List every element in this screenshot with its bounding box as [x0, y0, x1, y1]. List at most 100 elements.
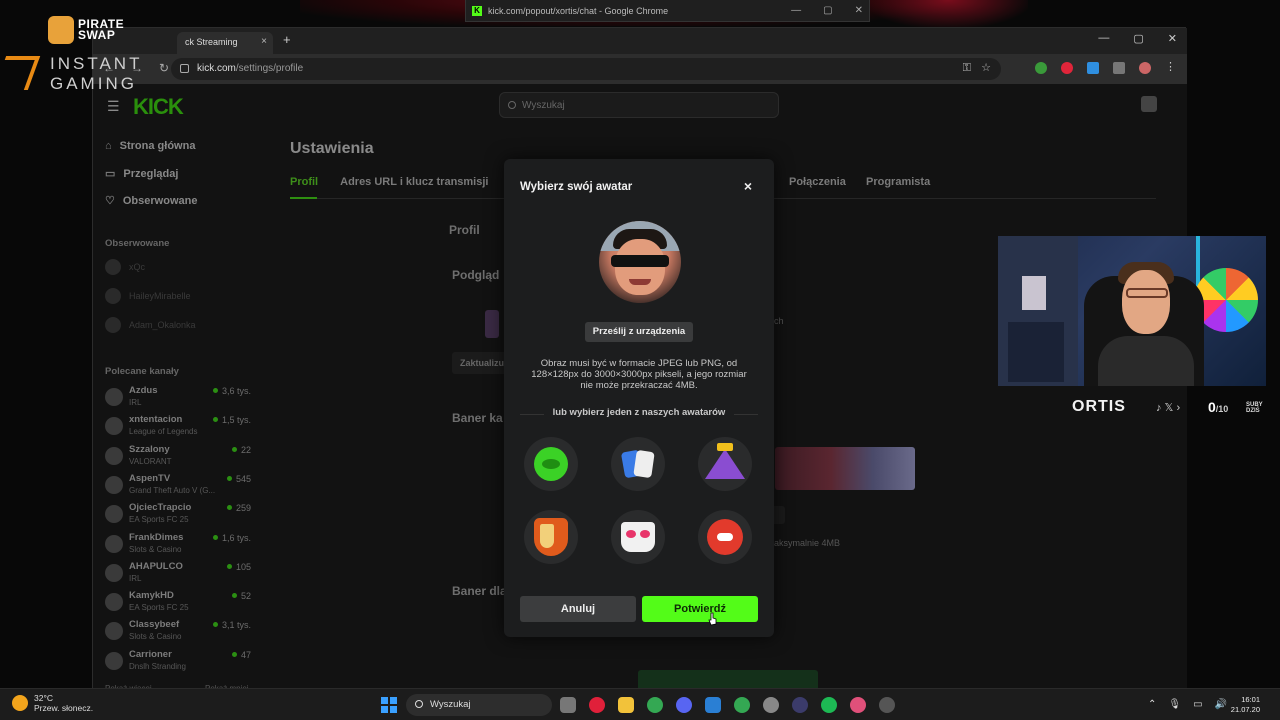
sidebar-item-label: Strona główna: [119, 140, 196, 152]
profile-avatar[interactable]: [1139, 62, 1151, 74]
app-icon[interactable]: [879, 697, 895, 713]
chrome-icon[interactable]: [647, 697, 663, 713]
browser-tab[interactable]: ck Streaming ×: [177, 32, 273, 54]
channel-name: Azdus: [129, 385, 158, 396]
pirate-swap-logo: PIRATE SWAP: [48, 16, 124, 44]
recommended-channel[interactable]: AspenTV Grand Theft Auto V (G... 545: [105, 472, 251, 500]
new-tab-button[interactable]: +: [283, 32, 291, 47]
tab-stream-url[interactable]: Adres URL i klucz transmisji: [340, 176, 488, 188]
tab-connections[interactable]: Połączenia: [789, 176, 846, 188]
extension-icon[interactable]: [1035, 62, 1047, 74]
site-info-icon[interactable]: [180, 64, 189, 73]
page-title: Ustawienia: [290, 140, 374, 157]
preset-avatar-red[interactable]: [698, 510, 752, 564]
channel-name: OjciecTrapcio: [129, 502, 192, 514]
subs-count: 0: [1208, 399, 1216, 415]
key-icon[interactable]: ⚿: [963, 62, 971, 75]
avatar: [105, 651, 123, 670]
confirm-button[interactable]: Potwierdź: [642, 596, 758, 622]
viewer-count: 47: [232, 650, 251, 660]
weather-desc: Przew. słonecz.: [34, 703, 94, 713]
recommended-channel[interactable]: Azdus IRL 3,6 tys.: [105, 384, 251, 412]
preset-avatar-shield[interactable]: [524, 510, 578, 564]
minimize-icon[interactable]: —: [791, 5, 801, 16]
recommended-channel[interactable]: KamykHD EA Sports FC 25 52: [105, 589, 251, 617]
window-controls: — ▢ ✕: [1098, 32, 1177, 45]
menu-icon[interactable]: ⋮: [1165, 62, 1177, 74]
preset-avatar-cup[interactable]: [611, 510, 665, 564]
upload-from-device-button[interactable]: Prześlij z urządzenia: [585, 322, 693, 342]
toolbar: ← → ↻ kick.com/settings/profile ⚿ ☆ ⋮: [93, 54, 1187, 84]
recommended-channel[interactable]: OjciecTrapcio EA Sports FC 25 259: [105, 501, 251, 529]
popup-window-titlebar[interactable]: K kick.com/popout/xortis/chat - Google C…: [465, 0, 870, 22]
kick-logo[interactable]: KICK: [133, 94, 184, 120]
file-explorer-icon[interactable]: [618, 697, 634, 713]
preset-avatar-pyramid[interactable]: [698, 437, 752, 491]
clock[interactable]: 16:01 21.07.20: [1231, 695, 1260, 715]
close-icon[interactable]: ✕: [1168, 32, 1177, 45]
minimize-icon[interactable]: —: [1098, 32, 1109, 45]
extension-icon[interactable]: [1087, 62, 1099, 74]
display-icon[interactable]: ▭: [1193, 699, 1202, 710]
recommended-channel[interactable]: xntentacion League of Legends 1,5 tys.: [105, 413, 251, 441]
app-icon[interactable]: [792, 697, 808, 713]
maximize-icon[interactable]: ▢: [823, 5, 832, 16]
preset-avatar-green[interactable]: [524, 437, 578, 491]
current-avatar-preview: [599, 221, 681, 303]
home-icon: ⌂: [105, 140, 112, 152]
avatar: [105, 563, 123, 582]
recommended-channel[interactable]: Carrioner Dnslh Stranding 47: [105, 648, 251, 676]
puzzle-icon[interactable]: [1113, 62, 1125, 74]
settings-gear-icon[interactable]: [763, 697, 779, 713]
heart-icon: ♡: [105, 195, 115, 207]
close-icon[interactable]: ✕: [855, 5, 863, 16]
update-button[interactable]: Zaktualizu: [452, 352, 512, 374]
avatar-modal: Wybierz swój awatar × Prześlij z urządze…: [504, 159, 774, 637]
maximize-icon[interactable]: ▢: [1133, 32, 1143, 45]
app-icon[interactable]: [705, 697, 721, 713]
chrome-icon[interactable]: [734, 697, 750, 713]
channel-category: EA Sports FC 25: [129, 603, 189, 613]
bookmark-star-icon[interactable]: ☆: [981, 61, 991, 74]
weather-widget[interactable]: 32°C Przew. słonecz.: [12, 693, 93, 713]
discord-icon[interactable]: [676, 697, 692, 713]
section-banner: Baner ka: [452, 411, 503, 425]
followed-channel[interactable]: HaileyMirabelle: [105, 288, 251, 304]
chevron-up-icon[interactable]: ⌃: [1148, 699, 1156, 710]
task-view-icon[interactable]: [560, 697, 576, 713]
hamburger-icon[interactable]: ☰: [107, 98, 120, 115]
sidebar-item-following[interactable]: ♡ Obserwowane: [105, 194, 197, 208]
user-avatar[interactable]: [1141, 96, 1157, 112]
followed-channel[interactable]: xQc: [105, 259, 251, 275]
sidebar-item-browse[interactable]: ▭ Przeglądaj: [105, 167, 178, 181]
volume-icon[interactable]: 🔊: [1215, 699, 1227, 710]
recommended-channel[interactable]: Classybeef Slots & Casino 3,1 tys.: [105, 618, 251, 646]
banner-image: [775, 447, 915, 490]
cancel-button[interactable]: Anuluj: [520, 596, 636, 622]
recommended-channel[interactable]: FrankDimes Slots & Casino 1,6 tys.: [105, 531, 251, 559]
popup-window-controls[interactable]: — ▢ ✕: [791, 5, 863, 16]
address-bar[interactable]: kick.com/settings/profile ⚿ ☆: [171, 58, 1001, 80]
stream-overlay-bar: ORTIS ♪ 𝕏 › 0/10 SUBY DZIŚ: [998, 394, 1268, 420]
followed-channel[interactable]: Adam_Okalonka: [105, 317, 251, 333]
close-icon[interactable]: ×: [744, 178, 752, 194]
recommended-channel[interactable]: Szzalony VALORANT 22: [105, 443, 251, 471]
extension-icon[interactable]: [1061, 62, 1073, 74]
mic-icon[interactable]: 🎙: [1168, 699, 1181, 710]
windows-start-icon[interactable]: [381, 697, 397, 713]
sidebar-item-home[interactable]: ⌂ Strona główna: [105, 140, 195, 152]
tab-profile[interactable]: Profil: [290, 176, 318, 188]
taskbar: 32°C Przew. słonecz. Wyszukaj ⌃ 🎙 ▭ 🔊 16:…: [0, 688, 1280, 720]
modal-title: Wybierz swój awatar: [520, 181, 633, 193]
recommended-channel[interactable]: AHAPULCO IRL 105: [105, 560, 251, 588]
taskbar-search[interactable]: Wyszukaj: [406, 694, 552, 716]
tab-close-icon[interactable]: ×: [261, 36, 267, 47]
channel-name: AHAPULCO: [129, 560, 183, 572]
spotify-icon[interactable]: [821, 697, 837, 713]
preset-avatar-cards[interactable]: [611, 437, 665, 491]
kick-search-input[interactable]: Wyszukaj: [499, 92, 779, 118]
channel-category: IRL: [129, 398, 142, 407]
opera-icon[interactable]: [589, 697, 605, 713]
tab-developer[interactable]: Programista: [866, 176, 930, 188]
app-icon[interactable]: [850, 697, 866, 713]
